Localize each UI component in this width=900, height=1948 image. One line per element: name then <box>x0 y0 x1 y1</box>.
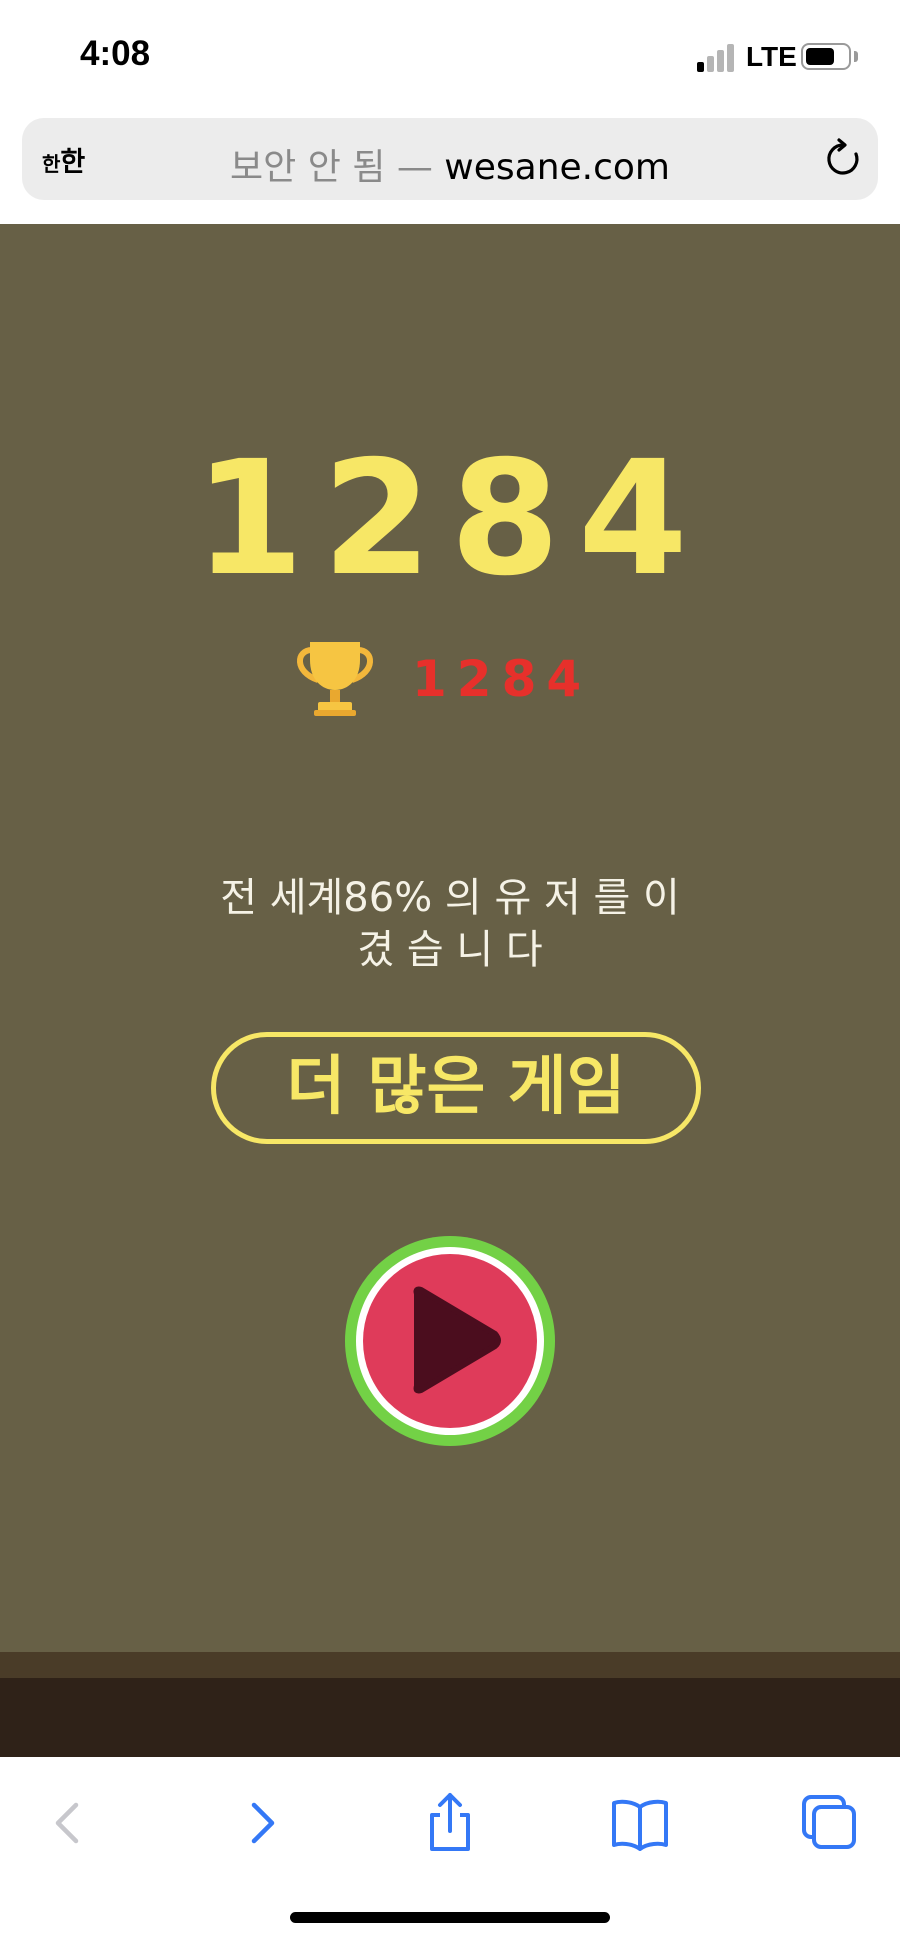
game-floor <box>0 1678 900 1757</box>
share-icon[interactable] <box>418 1791 482 1855</box>
network-type: LTE <box>746 41 797 72</box>
battery-tip <box>854 51 858 62</box>
best-score: 1284 <box>412 650 592 708</box>
not-secure-label: 보안 안 됨 — <box>230 147 433 188</box>
trophy-icon <box>297 642 373 716</box>
game-floor-edge <box>0 1652 900 1678</box>
url-display[interactable]: 보안 안 됨 — wesane.com <box>22 138 878 190</box>
reload-icon[interactable] <box>822 138 864 180</box>
tabs-icon[interactable] <box>798 1791 862 1855</box>
play-icon <box>413 1286 501 1394</box>
rank-message: 전 세계86% 의 유 저 를 이 겼 습 니 다 <box>150 872 750 976</box>
url-domain: wesane.com <box>444 147 670 188</box>
cellular-signal-icon <box>697 44 735 72</box>
address-bar[interactable]: 한한 보안 안 됨 — wesane.com <box>22 118 878 200</box>
play-button[interactable] <box>345 1236 555 1446</box>
rank-message-line-2: 겼 습 니 다 <box>357 927 543 973</box>
forward-icon[interactable] <box>230 1791 294 1855</box>
more-games-button[interactable]: 더 많은 게임 <box>211 1032 701 1144</box>
bookmarks-icon[interactable] <box>608 1791 672 1855</box>
home-indicator[interactable] <box>290 1912 610 1923</box>
battery-icon <box>801 43 851 70</box>
best-score-row: 1284 <box>290 640 620 720</box>
status-bar: 4:08 LTE <box>0 0 900 110</box>
rank-message-line-1: 전 세계86% 의 유 저 를 이 <box>220 875 680 921</box>
final-score: 1284 <box>194 427 706 611</box>
status-time: 4:08 <box>80 34 151 73</box>
back-icon[interactable] <box>36 1791 100 1855</box>
